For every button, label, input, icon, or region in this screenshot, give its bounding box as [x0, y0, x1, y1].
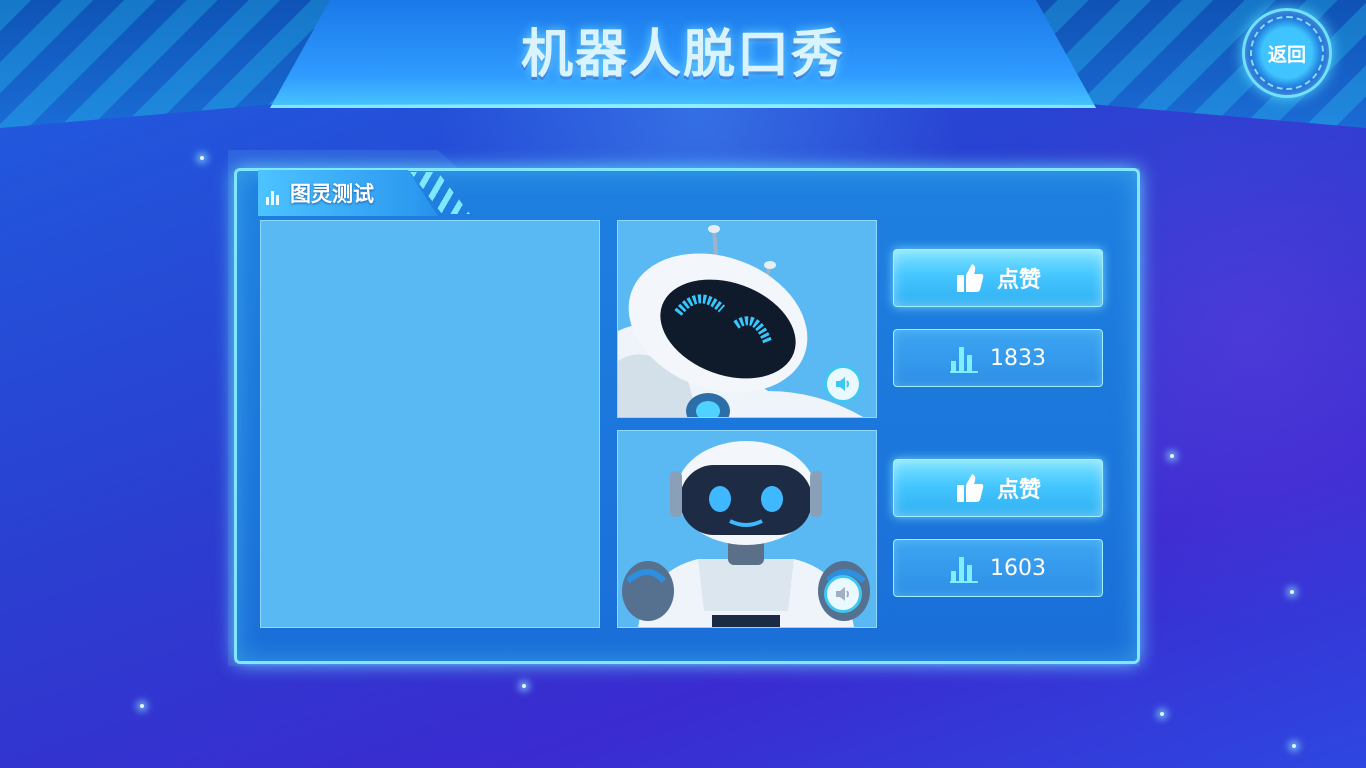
- speaker-icon: [836, 587, 849, 601]
- dialogue-text-area: [260, 220, 600, 628]
- bar-chart-icon: [950, 557, 978, 583]
- robot-card-2[interactable]: [617, 430, 877, 628]
- like-button-1[interactable]: 点赞: [893, 249, 1103, 307]
- thumbs-up-icon: [956, 474, 984, 502]
- speaker-icon: [836, 377, 849, 391]
- like-button-2[interactable]: 点赞: [893, 459, 1103, 517]
- vote-count-box-2: 1603: [893, 539, 1103, 597]
- like-label-2: 点赞: [996, 478, 1041, 503]
- vote-count-2: 1603: [990, 555, 1046, 581]
- like-label-1: 点赞: [996, 268, 1041, 293]
- vote-count-1: 1833: [990, 345, 1046, 371]
- bar-chart-icon: [950, 347, 978, 373]
- vote-count-box-1: 1833: [893, 329, 1103, 387]
- thumbs-up-icon: [956, 264, 984, 292]
- robot-card-1[interactable]: [617, 220, 877, 418]
- page-title: 机器人脱口秀: [520, 25, 845, 85]
- section-title: 图灵测试: [290, 182, 374, 206]
- speaker-button-1[interactable]: [824, 365, 862, 403]
- back-button[interactable]: 返回: [1242, 8, 1332, 98]
- speaker-button-2[interactable]: [824, 575, 862, 613]
- bars-icon: [266, 187, 284, 205]
